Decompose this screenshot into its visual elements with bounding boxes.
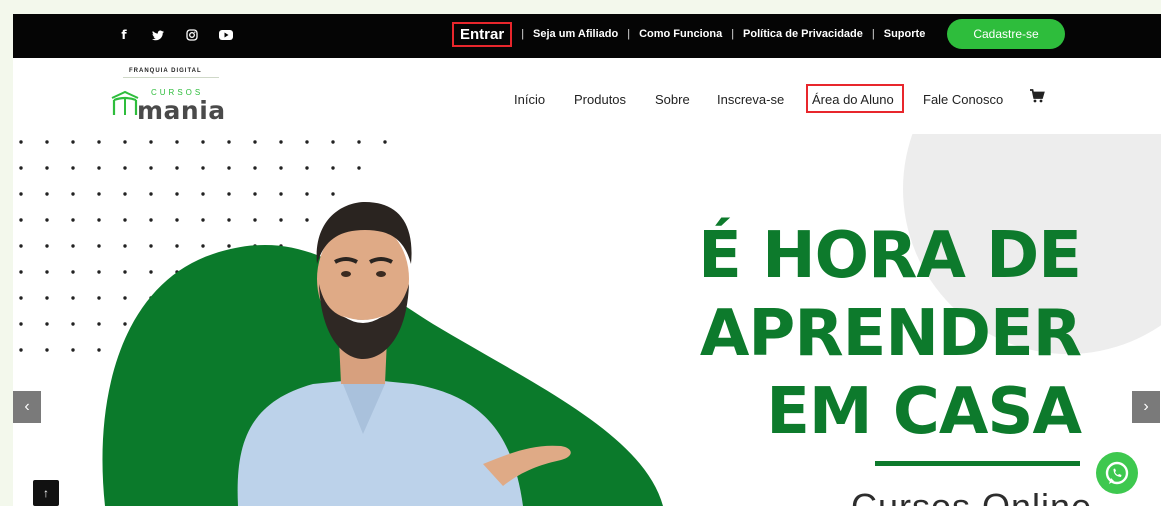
afiliado-link[interactable]: Seja um Afiliado xyxy=(533,28,618,40)
top-bar: f Entrar | Seja um Afiliado | Como Funci… xyxy=(13,14,1161,58)
separator: | xyxy=(521,28,525,40)
entrar-link[interactable]: Entrar xyxy=(452,21,513,47)
cadastre-se-button[interactable]: Cadastre-se xyxy=(947,19,1065,49)
top-links: Entrar | Seja um Afiliado | Como Funcion… xyxy=(452,19,925,49)
como-funciona-link[interactable]: Como Funciona xyxy=(639,28,722,40)
instagram-icon[interactable] xyxy=(185,25,199,45)
slider-prev-button[interactable]: ‹ xyxy=(13,391,41,423)
privacidade-link[interactable]: Política de Privacidade xyxy=(743,28,863,40)
headline-line-1: É HORA DE xyxy=(698,219,1082,293)
nav-sobre[interactable]: Sobre xyxy=(655,92,690,107)
separator: | xyxy=(871,28,875,40)
headline-line-3: EM CASA xyxy=(766,375,1082,449)
whatsapp-icon[interactable] xyxy=(1096,452,1138,494)
hero-subheadline: Cursos Online xyxy=(851,486,1092,506)
cart-icon[interactable] xyxy=(1029,88,1045,104)
nav-area-do-aluno[interactable]: Área do Aluno xyxy=(812,92,894,107)
hero-banner: É HORA DE APRENDER EM CASA Cursos Online… xyxy=(13,134,1161,506)
page-frame: f Entrar | Seja um Afiliado | Como Funci… xyxy=(13,14,1161,506)
logo-mania: mania xyxy=(137,96,226,125)
logo-tagline: FRANQUIA DIGITAL xyxy=(129,68,202,74)
nav-inscreva-se[interactable]: Inscreva-se xyxy=(717,92,784,107)
headline-line-2: APRENDER xyxy=(699,297,1082,371)
slider-next-button[interactable]: › xyxy=(1132,391,1160,423)
smiling-man-photo xyxy=(237,202,571,506)
separator: | xyxy=(731,28,735,40)
suporte-link[interactable]: Suporte xyxy=(884,28,926,40)
main-header: FRANQUIA DIGITAL CURSOS mania Início Pro… xyxy=(13,58,1161,134)
nav-fale-conosco[interactable]: Fale Conosco xyxy=(923,92,1003,107)
twitter-icon[interactable] xyxy=(151,25,165,45)
nav-inicio[interactable]: Início xyxy=(514,92,545,107)
headline-underline xyxy=(875,461,1080,466)
youtube-icon[interactable] xyxy=(218,25,234,45)
logo-book-icon xyxy=(111,90,139,115)
scroll-top-button[interactable]: ↑ xyxy=(33,480,59,506)
logo-divider xyxy=(123,77,219,78)
separator: | xyxy=(627,28,631,40)
facebook-icon[interactable]: f xyxy=(117,25,131,45)
nav-produtos[interactable]: Produtos xyxy=(574,92,626,107)
